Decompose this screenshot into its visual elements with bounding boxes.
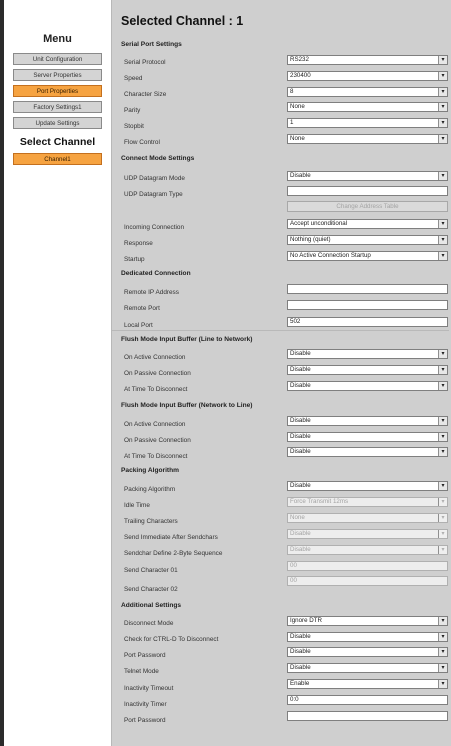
section-additional-settings: Additional Settings	[121, 602, 182, 609]
page-title: Selected Channel : 1	[121, 14, 244, 28]
sidebar-item-factory-settings[interactable]: Factory Settings1	[13, 101, 102, 113]
idle-time-label: Idle Time	[124, 502, 150, 509]
send-immediate-select[interactable]: Disable	[287, 529, 448, 539]
remote-port-input[interactable]	[287, 300, 448, 310]
send-character-01-label: Send Character 01	[124, 567, 178, 574]
port-password-label: Port Password	[124, 652, 166, 659]
trailing-characters-label: Trailing Characters	[124, 518, 178, 525]
port-password-select[interactable]: Disable	[287, 647, 448, 657]
flow-control-select[interactable]: None	[287, 134, 448, 144]
parity-select[interactable]: None	[287, 102, 448, 112]
flush-line-passive-label: On Passive Connection	[124, 370, 191, 377]
telnet-mode-label: Telnet Mode	[124, 668, 159, 675]
select-channel-title: Select Channel	[19, 136, 96, 148]
telnet-mode-select[interactable]: Disable	[287, 663, 448, 673]
send-character-02-input[interactable]: 00	[287, 576, 448, 586]
sendchar-define-select[interactable]: Disable	[287, 545, 448, 555]
idle-time-select[interactable]: Force Transmit 12ms	[287, 497, 448, 507]
channel1-button[interactable]: Channel1	[13, 153, 102, 165]
ctrl-d-disconnect-label: Check for CTRL-D To Disconnect	[124, 636, 219, 643]
main-panel: Selected Channel : 1 Serial Port Setting…	[112, 0, 449, 746]
response-select[interactable]: Nothing (quiet)	[287, 235, 448, 245]
flush-net-disconnect-label: At Time To Disconnect	[124, 453, 188, 460]
ctrl-d-disconnect-select[interactable]: Disable	[287, 632, 448, 642]
character-size-label: Character Size	[124, 91, 167, 98]
serial-protocol-label: Serial Protocol	[124, 59, 166, 66]
remote-port-label: Remote Port	[124, 305, 160, 312]
section-serial-port-settings: Serial Port Settings	[121, 41, 182, 48]
inactivity-timer-label: Inactivity Timer	[124, 701, 167, 708]
flush-net-active-label: On Active Connection	[124, 421, 186, 428]
flush-line-passive-select[interactable]: Disable	[287, 365, 448, 375]
response-label: Response	[124, 240, 153, 247]
flush-line-disconnect-select[interactable]: Disable	[287, 381, 448, 391]
send-immediate-label: Send Immediate After Sendchars	[124, 534, 218, 541]
sidebar-item-port-properties[interactable]: Port Properties	[13, 85, 102, 97]
send-character-01-input[interactable]: 00	[287, 561, 448, 571]
change-address-table-button[interactable]: Change Address Table	[287, 201, 448, 212]
page: Menu Unit Configuration Server Propertie…	[0, 0, 451, 746]
section-flush-network-to-line: Flush Mode Input Buffer (Network to Line…	[121, 402, 253, 409]
section-packing-algorithm: Packing Algorithm	[121, 467, 180, 474]
flush-line-active-label: On Active Connection	[124, 354, 186, 361]
flush-net-active-select[interactable]: Disable	[287, 416, 448, 426]
section-dedicated-connection: Dedicated Connection	[121, 270, 191, 277]
udp-datagram-type-label: UDP Datagram Type	[124, 191, 183, 198]
flush-net-passive-select[interactable]: Disable	[287, 432, 448, 442]
divider	[112, 330, 449, 331]
port-password-input[interactable]	[287, 711, 448, 721]
speed-select[interactable]: 230400	[287, 71, 448, 81]
udp-datagram-mode-select[interactable]: Disable	[287, 171, 448, 181]
serial-protocol-select[interactable]: RS232	[287, 55, 448, 65]
udp-datagram-mode-label: UDP Datagram Mode	[124, 175, 185, 182]
disconnect-mode-select[interactable]: Ignore DTR	[287, 616, 448, 626]
sidebar-item-unit-configuration[interactable]: Unit Configuration	[13, 53, 102, 65]
stopbit-label: Stopbit	[124, 123, 144, 130]
udp-datagram-type-input[interactable]	[287, 186, 448, 196]
speed-label: Speed	[124, 75, 143, 82]
trailing-characters-select[interactable]: None	[287, 513, 448, 523]
sidebar-item-update-settings[interactable]: Update Settings	[13, 117, 102, 129]
startup-select[interactable]: No Active Connection Startup	[287, 251, 448, 261]
menu-title: Menu	[43, 33, 72, 45]
packing-algorithm-label: Packing Algorithm	[124, 486, 176, 493]
stopbit-select[interactable]: 1	[287, 118, 448, 128]
port-password-input-label: Port Password	[124, 717, 166, 724]
flush-line-active-select[interactable]: Disable	[287, 349, 448, 359]
local-port-label: Local Port	[124, 322, 153, 329]
sendchar-define-label: Sendchar Define 2-Byte Sequence	[124, 550, 223, 557]
flush-net-passive-label: On Passive Connection	[124, 437, 191, 444]
flow-control-label: Flow Control	[124, 139, 160, 146]
remote-ip-address-label: Remote IP Address	[124, 289, 179, 296]
flush-line-disconnect-label: At Time To Disconnect	[124, 386, 188, 393]
parity-label: Parity	[124, 107, 141, 114]
remote-ip-address-input[interactable]	[287, 284, 448, 294]
packing-algorithm-select[interactable]: Disable	[287, 481, 448, 491]
character-size-select[interactable]: 8	[287, 87, 448, 97]
incoming-connection-label: Incoming Connection	[124, 224, 185, 231]
sidebar-item-server-properties[interactable]: Server Properties	[13, 69, 102, 81]
incoming-connection-select[interactable]: Accept unconditional	[287, 219, 448, 229]
section-connect-mode-settings: Connect Mode Settings	[121, 155, 195, 162]
flush-net-disconnect-select[interactable]: Disable	[287, 447, 448, 457]
inactivity-timeout-select[interactable]: Enable	[287, 679, 448, 689]
disconnect-mode-label: Disconnect Mode	[124, 620, 174, 627]
startup-label: Startup	[124, 256, 145, 263]
inactivity-timer-input[interactable]: 0:0	[287, 695, 448, 705]
inactivity-timeout-label: Inactivity Timeout	[124, 685, 174, 692]
send-character-02-label: Send Character 02	[124, 586, 178, 593]
local-port-input[interactable]: 502	[287, 317, 448, 327]
sidebar: Menu Unit Configuration Server Propertie…	[4, 0, 112, 746]
section-flush-line-to-network: Flush Mode Input Buffer (Line to Network…	[121, 336, 253, 343]
